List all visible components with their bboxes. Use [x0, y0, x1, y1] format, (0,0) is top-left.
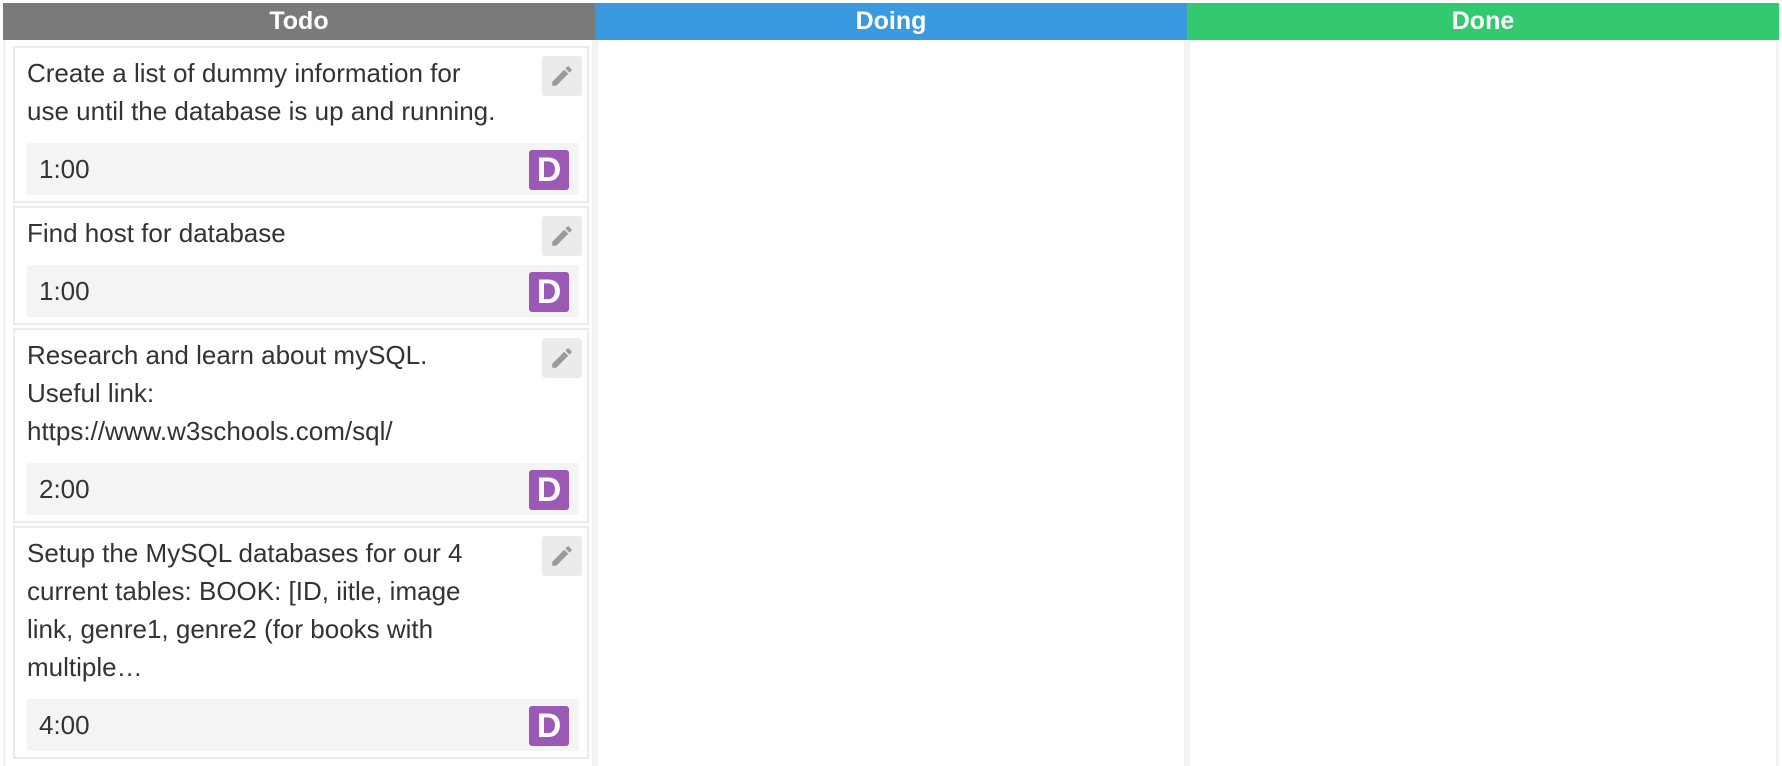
time-estimate: 1:00: [39, 154, 90, 184]
task-description: Research and learn about mySQL. Useful l…: [27, 340, 428, 446]
card-footer: 4:00 D: [27, 699, 579, 751]
card-footer: 1:00 D: [27, 265, 579, 317]
time-estimate: 2:00: [39, 474, 90, 504]
avatar[interactable]: D: [529, 706, 569, 746]
task-description: Create a list of dummy information for u…: [27, 58, 496, 126]
task-card[interactable]: Find host for database 1:00 D: [13, 206, 589, 325]
avatar[interactable]: D: [529, 470, 569, 510]
task-card[interactable]: Research and learn about mySQL. Useful l…: [13, 328, 589, 523]
avatar[interactable]: D: [529, 150, 569, 190]
kanban-board: Todo Create a list of dummy information …: [0, 0, 1782, 766]
column-doing[interactable]: Doing: [595, 3, 1187, 766]
edit-button[interactable]: [542, 338, 582, 378]
task-description: Find host for database: [27, 218, 286, 248]
column-todo: Todo Create a list of dummy information …: [3, 3, 595, 766]
column-header-doing: Doing: [595, 3, 1187, 40]
avatar[interactable]: D: [529, 272, 569, 312]
time-estimate: 4:00: [39, 710, 90, 740]
task-card[interactable]: Create a list of dummy information for u…: [13, 46, 589, 203]
pencil-icon: [552, 226, 572, 246]
task-description: Setup the MySQL databases for our 4 curr…: [27, 538, 463, 682]
column-header-todo: Todo: [3, 3, 595, 40]
pencil-icon: [552, 348, 572, 368]
task-card[interactable]: Setup the MySQL databases for our 4 curr…: [13, 526, 589, 759]
time-estimate: 1:00: [39, 276, 90, 306]
edit-button[interactable]: [542, 536, 582, 576]
edit-button[interactable]: [542, 56, 582, 96]
card-footer: 1:00 D: [27, 143, 579, 195]
card-footer: 2:00 D: [27, 463, 579, 515]
column-header-done: Done: [1187, 3, 1779, 40]
pencil-icon: [552, 546, 572, 566]
edit-button[interactable]: [542, 216, 582, 256]
column-done[interactable]: Done: [1187, 3, 1779, 766]
pencil-icon: [552, 66, 572, 86]
